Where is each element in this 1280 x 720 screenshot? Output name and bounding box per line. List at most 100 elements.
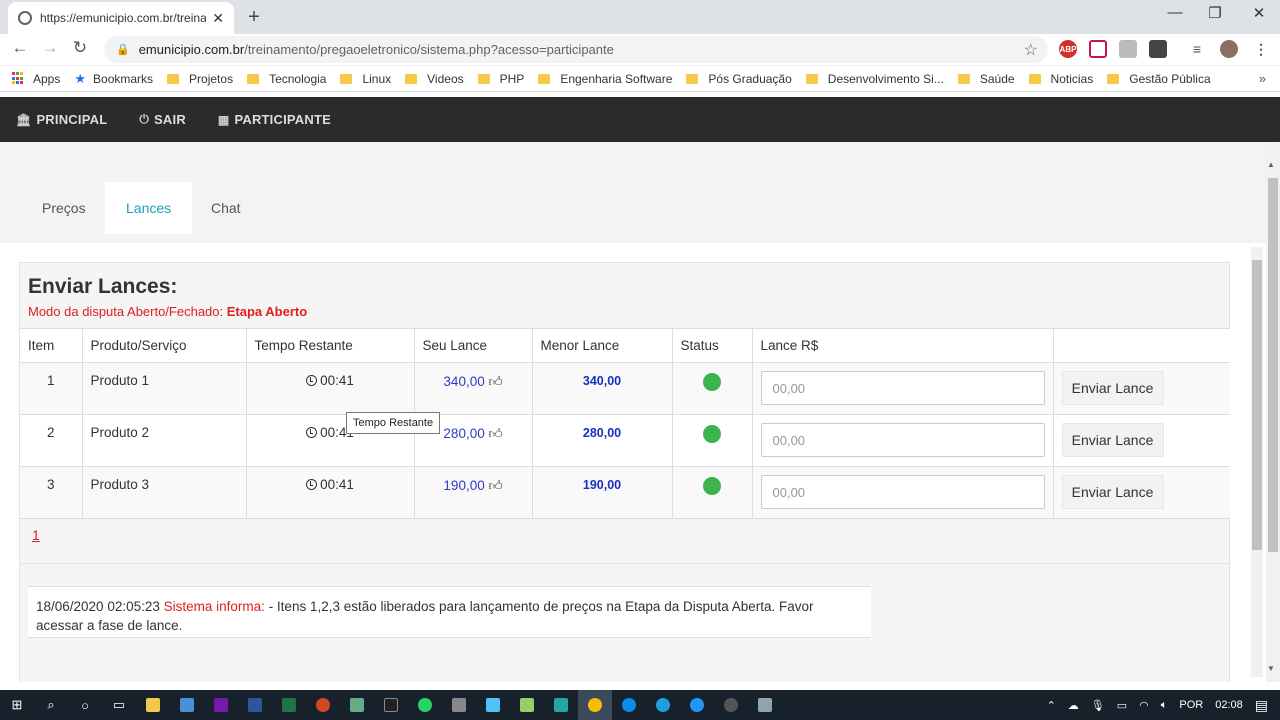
avatar[interactable] [1220,40,1238,58]
thumbs-up-icon: 👍︎ [484,478,503,493]
item-cell: 1 [20,362,83,415]
excel-icon[interactable] [272,690,306,720]
tempo-cell: 00:41 [246,466,415,519]
volume-icon[interactable]: 🔈︎ [1161,699,1168,712]
bookmarks-overflow-icon[interactable]: » [1259,71,1266,86]
bookmark-folder[interactable]: Tecnologia [247,72,326,86]
bookmark-folder[interactable]: PHP [477,72,524,86]
lance-input[interactable]: 00,00 [760,423,1045,457]
cloud-icon[interactable]: ☁ [1068,699,1079,712]
cortana-icon[interactable]: ○ [68,690,102,720]
item-cell: 2 [20,414,83,467]
forward-icon[interactable]: → [39,38,61,58]
bookmark-label: Pós Graduação [708,71,792,86]
enviar-lance-button[interactable]: Enviar Lance [1061,423,1164,457]
lance-cell: 00,00 [752,362,1054,415]
tab-precos-label: Preços [42,200,86,216]
bookmark-folder[interactable]: Saúde [957,71,1015,86]
close-tab-icon[interactable]: ✕ [212,10,224,27]
col-status: Status [672,328,753,363]
powerpoint-icon[interactable] [306,690,340,720]
nav-principal[interactable]: 🏛 PRINCIPAL [16,112,107,127]
app-icon[interactable] [714,690,748,720]
lance-input[interactable]: 00,00 [760,475,1045,509]
adblock-icon[interactable]: ABP [1059,40,1077,58]
bookmark-folder[interactable]: Noticias [1028,72,1093,86]
pagination-page-link[interactable]: 1 [32,527,40,543]
scroll-up-icon[interactable]: ▲ [1267,160,1275,169]
tab-chat[interactable]: Chat [190,182,262,234]
terminal-icon[interactable] [374,690,408,720]
word-icon[interactable] [238,690,272,720]
browser-tab[interactable]: https://emunicipio.com.br/treina ✕ [8,2,234,34]
windows-start-icon[interactable]: ⊞ [0,690,34,720]
whatsapp-icon[interactable] [408,690,442,720]
app-icon[interactable] [476,690,510,720]
microphone-icon[interactable]: 🎙︎ [1091,699,1105,712]
bookmark-folder[interactable]: Gestão Pública [1107,72,1211,86]
tab-precos[interactable]: Preços [21,182,107,234]
bookmark-folder[interactable]: Desenvolvimento Si... [805,72,944,86]
notepad-icon[interactable] [510,690,544,720]
chrome-icon[interactable] [578,690,612,720]
search-icon[interactable]: ⌕ [34,690,68,720]
app-icon[interactable] [680,690,714,720]
mail-icon[interactable] [170,690,204,720]
app-icon[interactable] [544,690,578,720]
app-icon[interactable] [340,690,374,720]
back-icon[interactable]: ← [9,38,31,58]
reload-icon[interactable]: ↻ [69,38,91,58]
bookmark-label: Saúde [979,71,1015,86]
bookmark-apps[interactable]: Apps [12,72,60,86]
enviar-lance-button[interactable]: Enviar Lance [1061,371,1164,405]
page-scrollbar-thumb[interactable] [1268,178,1278,552]
clock[interactable]: 02:08 [1215,699,1243,711]
task-view-icon[interactable]: ▭ [102,690,136,720]
inner-scrollbar-thumb[interactable] [1252,260,1262,550]
onenote-icon[interactable] [204,690,238,720]
window-close-icon[interactable]: ✕ [1244,4,1274,22]
new-tab-button[interactable]: + [244,6,264,29]
bookmark-folder[interactable]: Projetos [167,72,233,86]
pdf-icon[interactable] [1119,40,1137,58]
ie-icon[interactable] [646,690,680,720]
bookmark-label: Apps [33,71,61,86]
dispute-mode-value: Etapa Aberto [226,304,308,319]
seu-lance-value: 280,00 [443,426,485,441]
pocket-icon[interactable] [1089,40,1107,58]
status-cell [672,466,753,519]
battery-icon[interactable]: ▭ [1117,699,1127,712]
app-icon[interactable] [748,690,782,720]
status-dot-icon [703,477,721,495]
enviar-lance-button[interactable]: Enviar Lance [1061,475,1164,509]
col-produto: Produto/Serviço [82,328,247,363]
browser-tab-title: https://emunicipio.com.br/treina [40,11,207,25]
menu-icon[interactable]: ⋮ [1252,40,1270,58]
chevron-up-icon[interactable]: ⌃ [1047,699,1056,712]
nav-participante[interactable]: ▦ PARTICIPANTE [218,112,331,127]
maximize-icon[interactable]: ❐ [1200,4,1230,22]
bookmark-bookmarks[interactable]: ★ Bookmarks [74,71,153,87]
app-icon[interactable] [442,690,476,720]
bookmark-star-icon[interactable]: ☆ [1024,40,1038,60]
bookmark-folder[interactable]: Videos [405,72,464,86]
minimize-icon[interactable]: — [1160,4,1190,21]
nav-sair[interactable]: ⏻ SAIR [139,112,186,127]
edge-icon[interactable] [612,690,646,720]
language-indicator[interactable]: POR [1179,699,1203,711]
folder-icon [167,73,180,84]
download-icon[interactable] [1149,40,1167,58]
tab-lances[interactable]: Lances [105,182,193,234]
bookmark-folder[interactable]: Pós Graduação [686,71,792,86]
bookmark-folder[interactable]: Engenharia Software [538,72,672,86]
media-icon[interactable]: ≡ [1188,40,1206,58]
scroll-down-icon[interactable]: ▼ [1267,664,1275,673]
lance-input[interactable]: 00,00 [760,371,1045,405]
file-explorer-icon[interactable] [136,690,170,720]
bookmark-folder[interactable]: Linux [340,72,391,86]
address-bar[interactable]: 🔒 emunicipio.com.br/treinamento/pregaoel… [104,36,1048,63]
wifi-icon[interactable]: ◠ [1139,699,1149,712]
lance-input-placeholder: 00,00 [772,432,806,448]
folder-icon [1107,73,1120,84]
notifications-icon[interactable]: ▤ [1255,697,1268,714]
